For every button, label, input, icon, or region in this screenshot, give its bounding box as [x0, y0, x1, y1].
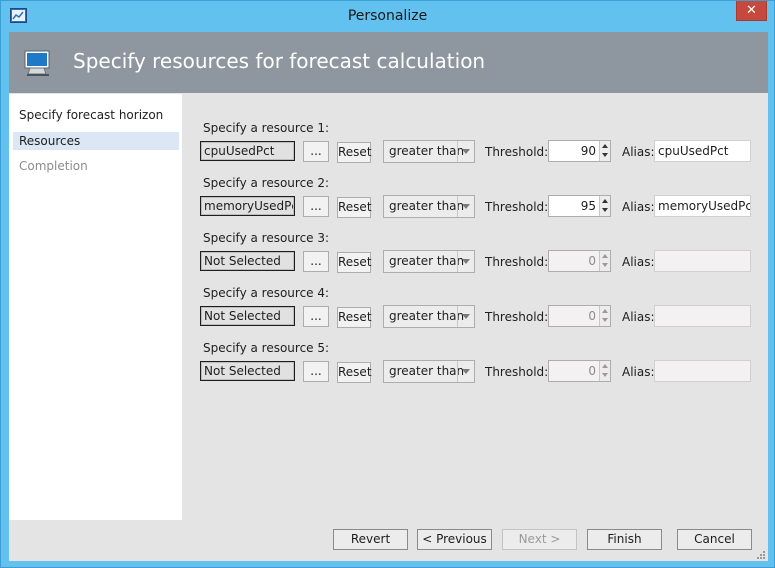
resource-5-reset-button[interactable]: Reset — [337, 362, 372, 383]
resize-grip-icon[interactable] — [756, 549, 766, 559]
resource-1-threshold-stepper[interactable]: 90 — [548, 140, 611, 162]
resource-3-reset-button[interactable]: Reset — [337, 252, 372, 273]
resource-3-threshold-value: 0 — [588, 254, 596, 268]
resource-1-threshold-value: 90 — [580, 144, 596, 158]
wizard-header: Specify resources for forecast calculati… — [9, 32, 768, 93]
chevron-down-icon[interactable] — [457, 196, 474, 217]
resource-2-alias-input[interactable]: memoryUsedPct — [654, 195, 751, 217]
resource-4-metric-field: Not Selected — [200, 306, 295, 326]
nav-item-completion: Completion — [19, 159, 88, 173]
resource-4-condition-value: greater than — [389, 309, 465, 323]
resource-1-condition-value: greater than — [389, 144, 465, 158]
resource-5-condition-value: greater than — [389, 364, 465, 378]
next-button: Next > — [502, 529, 577, 550]
resource-2-threshold-label: Threshold: — [485, 200, 549, 214]
chevron-down-icon[interactable] — [457, 251, 474, 272]
resource-2-condition-value: greater than — [389, 199, 465, 213]
resource-1-alias-input[interactable]: cpuUsedPct — [654, 140, 751, 162]
page-title: Specify resources for forecast calculati… — [73, 49, 486, 73]
resource-5-metric-field: Not Selected — [200, 361, 295, 381]
wizard-steps-nav: Specify forecast horizon Resources Compl… — [9, 94, 182, 520]
resource-2-condition-dropdown[interactable]: greater than — [383, 195, 475, 218]
resource-3-threshold-label: Threshold: — [485, 255, 549, 269]
finish-button[interactable]: Finish — [587, 529, 662, 550]
dialog-client-area: Specify resources for forecast calculati… — [9, 32, 768, 561]
spin-arrows-icon — [599, 361, 610, 381]
resource-3-label: Specify a resource 3: — [203, 231, 330, 245]
resource-3-metric-field: Not Selected — [200, 251, 295, 271]
resource-1-reset-button[interactable]: Reset — [337, 142, 372, 163]
resource-5-label: Specify a resource 5: — [203, 341, 330, 355]
resource-2-threshold-value: 95 — [580, 199, 596, 213]
resource-5-threshold-label: Threshold: — [485, 365, 549, 379]
resource-4-reset-button[interactable]: Reset — [337, 307, 372, 328]
resource-4-browse-button[interactable]: ... — [303, 306, 329, 327]
cancel-button[interactable]: Cancel — [677, 529, 752, 550]
resource-1-label: Specify a resource 1: — [203, 121, 330, 135]
chevron-down-icon[interactable] — [457, 141, 474, 162]
resource-2-label: Specify a resource 2: — [203, 176, 330, 190]
resource-2-reset-button[interactable]: Reset — [337, 197, 372, 218]
nav-item-forecast-horizon[interactable]: Specify forecast horizon — [13, 106, 179, 124]
resource-1-metric-field: cpuUsedPct — [200, 141, 295, 161]
resource-4-alias-label: Alias: — [622, 310, 655, 324]
window-title: Personalize — [347, 8, 428, 24]
resource-4-threshold-label: Threshold: — [485, 310, 549, 324]
resource-4-threshold-stepper: 0 — [548, 305, 611, 327]
resource-5-threshold-stepper: 0 — [548, 360, 611, 382]
nav-item-resources[interactable]: Resources — [13, 132, 179, 150]
resource-3-browse-button[interactable]: ... — [303, 251, 329, 272]
resource-1-alias-label: Alias: — [622, 145, 655, 159]
resource-1-condition-dropdown[interactable]: greater than — [383, 140, 475, 163]
resources-panel: Specify a resource 1: cpuUsedPct ... Res… — [182, 94, 768, 520]
spin-arrows-icon — [599, 306, 610, 326]
chevron-down-icon[interactable] — [457, 361, 474, 382]
title-bar[interactable]: Personalize ✕ — [1, 1, 774, 31]
resource-3-alias-input — [654, 250, 751, 272]
spin-arrows-icon[interactable] — [599, 196, 610, 216]
resource-4-condition-dropdown[interactable]: greater than — [383, 305, 475, 328]
close-button[interactable]: ✕ — [736, 1, 767, 21]
resource-5-browse-button[interactable]: ... — [303, 361, 329, 382]
resource-3-condition-dropdown[interactable]: greater than — [383, 250, 475, 273]
previous-button[interactable]: < Previous — [417, 529, 492, 550]
resource-5-alias-label: Alias: — [622, 365, 655, 379]
spin-arrows-icon — [599, 251, 610, 271]
resource-2-alias-label: Alias: — [622, 200, 655, 214]
resource-3-alias-label: Alias: — [622, 255, 655, 269]
spin-arrows-icon[interactable] — [599, 141, 610, 161]
resource-3-threshold-stepper: 0 — [548, 250, 611, 272]
resource-5-condition-dropdown[interactable]: greater than — [383, 360, 475, 383]
resource-1-browse-button[interactable]: ... — [303, 141, 329, 162]
personalize-window: Personalize ✕ Specify resources for fore… — [0, 0, 775, 568]
resource-4-alias-input — [654, 305, 751, 327]
resource-2-browse-button[interactable]: ... — [303, 196, 329, 217]
revert-button[interactable]: Revert — [333, 529, 408, 550]
resource-2-threshold-stepper[interactable]: 95 — [548, 195, 611, 217]
resource-5-threshold-value: 0 — [588, 364, 596, 378]
chevron-down-icon[interactable] — [457, 306, 474, 327]
resource-1-threshold-label: Threshold: — [485, 145, 549, 159]
resource-2-metric-field: memoryUsedPct — [200, 196, 295, 216]
resource-3-condition-value: greater than — [389, 254, 465, 268]
resource-5-alias-input — [654, 360, 751, 382]
resource-4-threshold-value: 0 — [588, 309, 596, 323]
resource-4-label: Specify a resource 4: — [203, 286, 330, 300]
monitor-icon — [22, 47, 54, 79]
